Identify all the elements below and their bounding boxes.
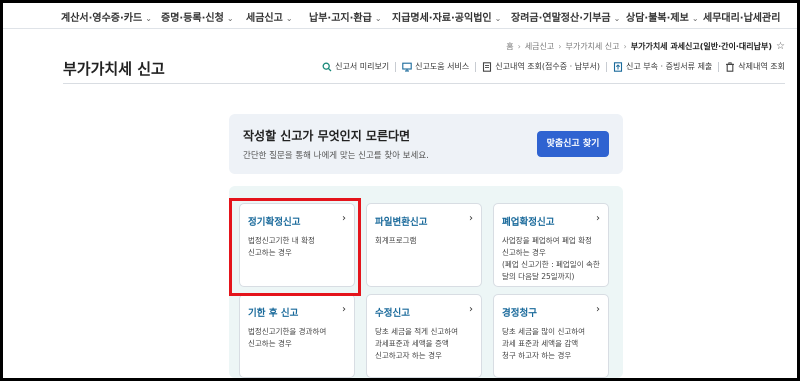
breadcrumb-current: 부가가치세 과세신고(일반·간이·대리납부) <box>630 42 773 51</box>
toolbar-divider <box>718 61 720 72</box>
card-description-line: 당초 세금을 적게 신고하여 <box>375 327 459 336</box>
nav-item-tax-report[interactable]: 세금신고 ⌄ <box>246 9 293 24</box>
finder-title: 작성할 신고가 무엇인지 모른다면 <box>243 129 411 143</box>
trash-icon <box>726 61 735 72</box>
chevron-right-icon: › <box>469 304 473 315</box>
breadcrumb-separator: › <box>517 42 521 51</box>
chevron-down-icon: ⌄ <box>285 14 293 23</box>
card-description-line: 달의 다음달 25일까지) <box>502 272 575 281</box>
card-file-conversion-report[interactable]: 파일변환신고 › 회계프로그램 <box>366 203 482 287</box>
card-title: 파일변환신고 <box>375 217 428 228</box>
nav-item-certificate[interactable]: 증명·등록·신청 ⌄ <box>161 9 234 24</box>
nav-item-incentive[interactable]: 장려금·연말정산·기부금 ⌄ <box>511 9 620 24</box>
toolbar-link-label: 신고서 미리보기 <box>335 62 390 71</box>
toolbar-divider <box>475 61 477 72</box>
chevron-right-icon: › <box>596 213 600 224</box>
breadcrumb-separator: › <box>558 42 562 51</box>
nav-item-label: 장려금·연말정산·기부금 <box>511 13 611 24</box>
breadcrumb-item[interactable]: 세금신고 <box>525 42 554 51</box>
nav-item-label: 계산서·영수증·카드 <box>61 13 143 24</box>
highlight-box <box>229 198 361 296</box>
page-toolbar: 신고서 미리보기 신고도움 서비스 신고내역 조회(접수증 · 납부서) 신고 … <box>322 61 785 72</box>
share-icon[interactable]: ☆ <box>776 41 785 52</box>
card-title: 기한 후 신고 <box>248 308 299 319</box>
card-description-line: 청구 하고자 하는 경우 <box>502 351 572 360</box>
card-description: 회계프로그램 <box>375 235 479 247</box>
card-description-line: (폐업 신고기한 : 폐업일이 속한 <box>502 260 600 269</box>
finder-description: 간단한 질문을 통해 나에게 맞는 신고를 찾아 보세요. <box>243 151 429 161</box>
find-custom-report-button[interactable]: 맞춤신고 찾기 <box>537 131 609 157</box>
card-description-line: 신고하고자 하는 경우 <box>375 351 442 360</box>
card-description: 당초 세금을 많이 신고하여 과세 표준과 세액을 감액 청구 하고자 하는 경… <box>502 326 606 362</box>
card-late-report[interactable]: 기한 후 신고 › 법정신고기한을 경과하여 신고하는 경우 <box>239 294 355 378</box>
help-service-link[interactable]: 신고도움 서비스 <box>402 61 469 72</box>
attachment-submit-link[interactable]: 신고 부속 · 증빙서류 제출 <box>613 61 712 72</box>
card-description: 당초 세금을 적게 신고하여 과세표준과 세액을 증액 신고하고자 하는 경우 <box>375 326 479 362</box>
chevron-down-icon: ⌄ <box>613 14 621 23</box>
document-icon <box>483 61 492 72</box>
card-description-line: 회계프로그램 <box>375 236 417 245</box>
card-description-line: 과세 표준과 세액을 감액 <box>502 339 579 348</box>
toolbar-link-label: 신고 부속 · 증빙서류 제출 <box>625 62 713 71</box>
chevron-right-icon: › <box>342 304 346 315</box>
toolbar-divider <box>395 61 397 72</box>
card-closure-final-report[interactable]: 폐업확정신고 › 사업장을 폐업하여 폐업 확정 신고하는 경우 (폐업 신고기… <box>493 203 609 287</box>
toolbar-link-label: 신고도움 서비스 <box>415 62 470 71</box>
monitor-icon <box>402 62 412 72</box>
card-description-line: 과세표준과 세액을 증액 <box>375 339 449 348</box>
nav-item-consult[interactable]: 상담·불복·제보 ⌄ <box>626 9 699 24</box>
title-divider <box>63 83 785 84</box>
magnifier-icon <box>322 62 332 71</box>
chevron-right-icon: › <box>596 304 600 315</box>
preview-return-link[interactable]: 신고서 미리보기 <box>322 61 389 72</box>
chevron-down-icon: ⌄ <box>145 14 152 23</box>
breadcrumb-home[interactable]: 홈 <box>506 42 513 51</box>
nav-item-payment[interactable]: 납부·고지·환급 ⌄ <box>309 9 382 24</box>
nav-item-tax-agent[interactable]: 세무대리·납세관리 <box>703 9 780 24</box>
card-amended-report[interactable]: 수정신고 › 당초 세금을 적게 신고하여 과세표준과 세액을 증액 신고하고자… <box>366 294 482 378</box>
toolbar-link-label: 삭제내역 조회 <box>738 62 785 71</box>
card-title: 경정청구 <box>502 308 537 319</box>
breadcrumb: 홈 › 세금신고 › 부가가치세 신고 › 부가가치세 과세신고(일반·간이·대리납부) ☆ <box>506 41 785 52</box>
card-description: 사업장을 폐업하여 폐업 확정 신고하는 경우 (폐업 신고기한 : 폐업일이 … <box>502 235 606 283</box>
document-upload-icon <box>613 61 623 72</box>
card-description-line: 신고하는 경우 <box>502 248 546 257</box>
top-navigation: 계산서·영수증·카드 ⌄ 증명·등록·신청 ⌄ 세금신고 ⌄ 납부·고지·환급 ⌄ 지급… <box>3 3 797 29</box>
nav-item-label: 지급명세·자료·공익법인 <box>392 13 492 24</box>
page-title: 부가가치세 신고 <box>63 60 165 78</box>
chevron-down-icon: ⌄ <box>374 14 382 23</box>
chevron-down-icon: ⌄ <box>494 14 502 23</box>
deleted-history-link[interactable]: 삭제내역 조회 <box>725 61 785 72</box>
nav-item-label: 상담·불복·제보 <box>626 13 689 24</box>
nav-item-label: 세무대리·납세관리 <box>703 13 781 24</box>
report-history-link[interactable]: 신고내역 조회(접수증 · 납부서) <box>482 61 600 72</box>
toolbar-divider <box>605 61 607 72</box>
nav-item-label: 증명·등록·신청 <box>161 13 224 24</box>
breadcrumb-separator: › <box>623 42 627 51</box>
chevron-down-icon: ⌄ <box>226 14 234 23</box>
card-description: 법정신고기한을 경과하여 신고하는 경우 <box>248 326 352 350</box>
chevron-right-icon: › <box>469 213 473 224</box>
custom-report-finder: 작성할 신고가 무엇인지 모른다면 간단한 질문을 통해 나에게 맞는 신고를 … <box>229 114 623 174</box>
card-description-line: 당초 세금을 많이 신고하여 <box>502 327 586 336</box>
card-title: 수정신고 <box>375 308 410 319</box>
browser-viewport: 계산서·영수증·카드 ⌄ 증명·등록·신청 ⌄ 세금신고 ⌄ 납부·고지·환급 ⌄ 지급… <box>3 3 797 378</box>
card-description-line: 법정신고기한을 경과하여 <box>248 327 327 336</box>
card-refund-claim[interactable]: 경정청구 › 당초 세금을 많이 신고하여 과세 표준과 세액을 감액 청구 하… <box>493 294 609 378</box>
nav-item-label: 납부·고지·환급 <box>309 13 372 24</box>
card-title: 폐업확정신고 <box>502 217 555 228</box>
toolbar-link-label: 신고내역 조회(접수증 · 납부서) <box>495 62 600 71</box>
breadcrumb-item[interactable]: 부가가치세 신고 <box>565 42 619 51</box>
nav-item-label: 세금신고 <box>246 13 283 24</box>
chevron-down-icon: ⌄ <box>691 14 699 23</box>
card-description-line: 사업장을 폐업하여 폐업 확정 <box>502 236 592 245</box>
nav-item-payment-statement[interactable]: 지급명세·자료·공익법인 ⌄ <box>392 9 501 24</box>
card-description-line: 신고하는 경우 <box>248 339 292 348</box>
nav-item-invoice[interactable]: 계산서·영수증·카드 ⌄ <box>61 9 152 24</box>
